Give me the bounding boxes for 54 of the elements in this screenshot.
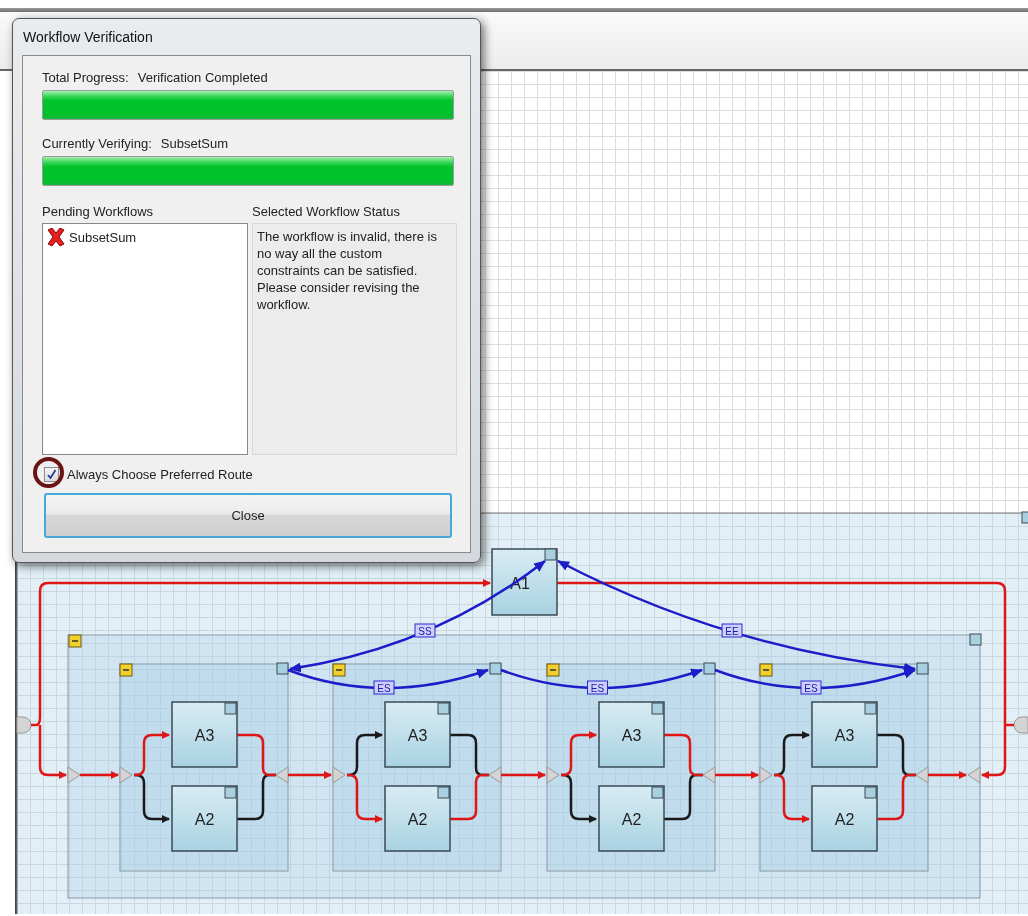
collapse-button[interactable]	[546, 663, 560, 677]
gateway-marker	[119, 766, 133, 784]
constraint-tag: EE	[721, 623, 743, 638]
activity-node[interactable]: A2	[384, 785, 451, 852]
connector-handle[interactable]	[489, 662, 502, 675]
activity-node[interactable]: A2	[598, 785, 665, 852]
close-button[interactable]: Close	[44, 493, 452, 538]
checkbox[interactable]	[44, 467, 59, 482]
highlight-circle	[33, 457, 64, 488]
gateway-marker	[702, 766, 716, 784]
activity-node[interactable]: A3	[598, 701, 665, 768]
gateway-marker	[275, 766, 289, 784]
activity-node[interactable]: A2	[171, 785, 238, 852]
activity-node[interactable]: A3	[811, 701, 878, 768]
end-node	[1013, 716, 1028, 734]
activity-node[interactable]: A2	[811, 785, 878, 852]
gateway-marker	[915, 766, 929, 784]
constraint-tag: ES	[587, 680, 608, 695]
collapse-button[interactable]	[759, 663, 773, 677]
collapse-button[interactable]	[68, 634, 82, 648]
connector-handle[interactable]	[916, 662, 929, 675]
constraint-tag: ES	[373, 680, 395, 695]
progress-label: Total Progress:	[42, 70, 129, 85]
gateway-marker	[67, 766, 81, 784]
gateway-marker	[332, 766, 346, 784]
constraint-tag: SS	[414, 623, 436, 638]
collapse-button[interactable]	[119, 663, 133, 677]
status-heading: Selected Workflow Status	[252, 204, 401, 219]
gateway-marker	[967, 766, 981, 784]
gateway-marker	[759, 766, 773, 784]
list-heading: Pending Workflows	[42, 204, 155, 219]
activity-node[interactable]: A3	[384, 701, 451, 768]
connector-handle[interactable]	[276, 662, 289, 675]
progress-status: Verification Completed	[137, 70, 268, 85]
start-node	[16, 716, 32, 734]
constraint-tag: ES	[800, 680, 822, 695]
connector-handle[interactable]	[969, 633, 982, 646]
activity-node[interactable]: A3	[171, 701, 238, 768]
flow-arrow	[501, 771, 546, 779]
window-title: Workflow Verification	[22, 28, 154, 47]
connector-handle[interactable]	[1021, 511, 1028, 524]
flow-arrow	[80, 771, 119, 779]
connector-handle[interactable]	[703, 662, 716, 675]
flow-line	[1005, 723, 1014, 727]
flow-arrow	[288, 771, 332, 779]
collapse-button[interactable]	[332, 663, 346, 677]
workflow-item[interactable]: SubsetSum	[69, 229, 137, 245]
checkbox-label: Always Choose Preferred Route	[67, 467, 253, 482]
gateway-marker	[546, 766, 560, 784]
status-text: The workflow is invalid, there is no way all the custom constraints can be satisfied. Please consider revising the workflow.	[252, 223, 457, 455]
gateway-marker	[488, 766, 502, 784]
progress-label: Currently Verifying:	[42, 136, 152, 151]
progress-status: SubsetSum	[160, 136, 229, 151]
connector-handle[interactable]	[544, 548, 557, 561]
